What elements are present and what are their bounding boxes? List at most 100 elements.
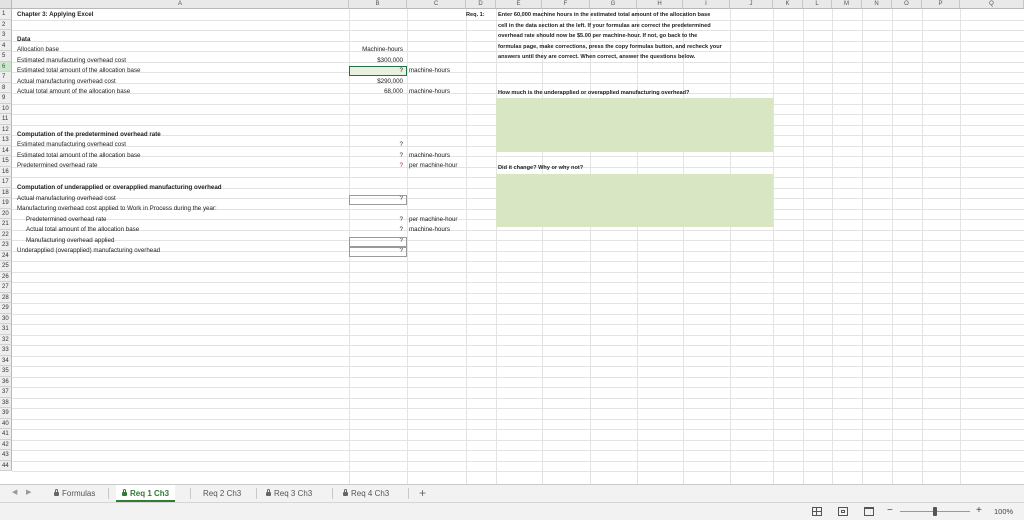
column-header-k[interactable]: K [773,0,803,9]
zoom-out-button[interactable]: − [887,505,893,516]
tab-formulas[interactable]: Formulas [54,485,95,502]
cell-c21[interactable]: machine-hours [409,226,450,233]
cell-b20[interactable]: ? [349,216,403,223]
row-header-28[interactable]: 28 [0,292,12,303]
column-header-l[interactable]: L [803,0,832,9]
row-header-22[interactable]: 22 [0,229,12,240]
row-header-23[interactable]: 23 [0,240,12,251]
row-header-34[interactable]: 34 [0,355,12,366]
column-header-p[interactable]: P [922,0,960,9]
cell-a7[interactable]: Actual manufacturing overhead cost [17,78,116,85]
page-break-preview-icon[interactable] [864,507,874,516]
row-header-18[interactable]: 18 [0,187,12,198]
cell-c14[interactable]: machine-hours [409,152,450,159]
column-header-g[interactable]: G [590,0,637,9]
scroll-tabs-right-icon[interactable]: ▶ [26,488,31,496]
row-header-9[interactable]: 9 [0,93,12,104]
select-all-corner[interactable] [0,0,12,9]
row-header-20[interactable]: 20 [0,208,12,219]
cell-a14[interactable]: Estimated total amount of the allocation… [17,152,140,159]
cell-b15[interactable]: ? [349,162,403,169]
row-header-26[interactable]: 26 [0,271,12,282]
cell-b13[interactable]: ? [349,141,403,148]
column-header-q[interactable]: Q [960,0,1024,9]
answer-area-2[interactable] [496,174,773,227]
cell-a18[interactable]: Actual manufacturing overhead cost [17,195,116,202]
cell-a3[interactable]: Data [17,36,30,43]
column-header-e[interactable]: E [496,0,542,9]
row-header-15[interactable]: 15 [0,156,12,167]
column-header-c[interactable]: C [407,0,466,9]
tab-req-2-ch3[interactable]: Req 2 Ch3 [203,485,241,502]
cell-a17[interactable]: Computation of underapplied or overappli… [17,184,222,191]
cell-a8[interactable]: Actual total amount of the allocation ba… [17,88,130,95]
row-header-1[interactable]: 1 [0,9,12,20]
column-header-n[interactable]: N [862,0,892,9]
row-header-17[interactable]: 17 [0,177,12,188]
cell-b6[interactable]: ? [349,67,403,74]
row-header-33[interactable]: 33 [0,345,12,356]
cell-b21[interactable]: ? [349,226,403,233]
cell-b7[interactable]: $290,000 [349,78,403,85]
row-header-30[interactable]: 30 [0,313,12,324]
cell-b8[interactable]: 68,000 [349,88,403,95]
row-header-24[interactable]: 24 [0,250,12,261]
row-header-16[interactable]: 16 [0,166,12,177]
tab-req-4-ch3[interactable]: Req 4 Ch3 [343,485,389,502]
cell-a21[interactable]: Actual total amount of the allocation ba… [26,226,139,233]
row-header-25[interactable]: 25 [0,261,12,272]
zoom-in-button[interactable]: + [976,505,982,516]
cell-b4[interactable]: Machine-hours [349,46,403,53]
row-header-29[interactable]: 29 [0,303,12,314]
column-header-i[interactable]: I [683,0,730,9]
answer-area-1[interactable] [496,98,773,152]
cell-a5[interactable]: Estimated manufacturing overhead cost [17,57,126,64]
row-header-13[interactable]: 13 [0,135,12,146]
column-header-o[interactable]: O [892,0,922,9]
column-header-m[interactable]: M [832,0,862,9]
cell-a15[interactable]: Predetermined overhead rate [17,162,98,169]
row-header-11[interactable]: 11 [0,114,12,125]
cell-a1[interactable]: Chapter 3: Applying Excel [17,11,93,18]
column-header-j[interactable]: J [730,0,773,9]
cell-a20[interactable]: Predetermined overhead rate [26,216,107,223]
cell-a22[interactable]: Manufacturing overhead applied [26,237,114,244]
column-header-h[interactable]: H [637,0,683,9]
row-header-44[interactable]: 44 [0,460,12,471]
cell-a19[interactable]: Manufacturing overhead cost applied to W… [17,205,217,212]
cell-b5[interactable]: $300,000 [349,57,403,64]
row-header-40[interactable]: 40 [0,418,12,429]
cell-a13[interactable]: Estimated manufacturing overhead cost [17,141,126,148]
row-header-42[interactable]: 42 [0,439,12,450]
row-header-43[interactable]: 43 [0,450,12,461]
cell-c8[interactable]: machine-hours [409,88,450,95]
column-header-b[interactable]: B [349,0,407,9]
cell-c20[interactable]: per machine-hour [409,216,458,223]
page-layout-icon[interactable] [838,507,848,516]
row-header-41[interactable]: 41 [0,429,12,440]
row-header-8[interactable]: 8 [0,82,12,93]
tab-req-1-ch3[interactable]: Req 1 Ch3 [116,485,176,502]
zoom-level[interactable]: 100% [994,507,1013,516]
column-header-a[interactable]: A [12,0,349,9]
row-header-7[interactable]: 7 [0,72,12,83]
spreadsheet-grid[interactable]: ABCDEFGHIJKLMNOPQ 1 2 3 4 5 6 7 8 9 10 11 12 13 14 15 1… [0,0,1024,484]
row-header-32[interactable]: 32 [0,334,12,345]
row-header-19[interactable]: 19 [0,198,12,209]
row-header-3[interactable]: 3 [0,30,12,41]
cell-c6[interactable]: machine-hours [409,67,450,74]
column-header-f[interactable]: F [542,0,590,9]
row-header-37[interactable]: 37 [0,387,12,398]
cell-b14[interactable]: ? [349,152,403,159]
row-header-4[interactable]: 4 [0,40,12,51]
cell-c15[interactable]: per machine-hour [409,162,458,169]
row-header-39[interactable]: 39 [0,408,12,419]
row-header-36[interactable]: 36 [0,376,12,387]
cell-a23[interactable]: Underapplied (overapplied) manufacturing… [17,247,160,254]
cell-a12[interactable]: Computation of the predetermined overhea… [17,131,161,138]
add-sheet-button[interactable]: + [419,486,426,500]
row-header-10[interactable]: 10 [0,103,12,114]
cell-a6[interactable]: Estimated total amount of the allocation… [17,67,140,74]
row-header-21[interactable]: 21 [0,219,12,230]
zoom-slider-thumb[interactable] [933,507,937,516]
